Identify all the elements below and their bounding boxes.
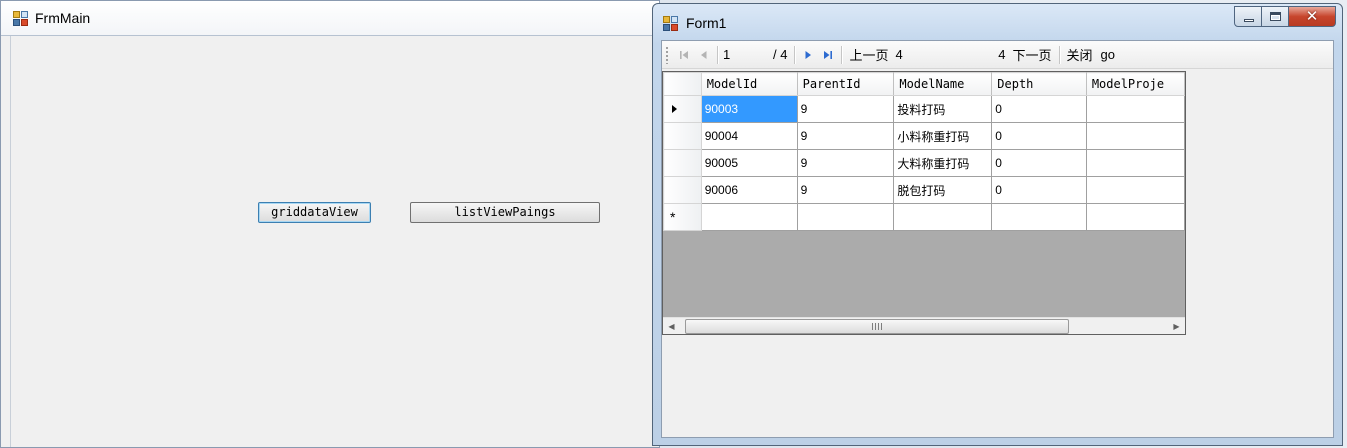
table-cell[interactable]: 9 — [796, 149, 895, 177]
application-icon — [13, 11, 29, 27]
table-cell[interactable]: 9 — [796, 95, 895, 123]
record-count-label: / 4 — [773, 47, 788, 62]
table-cell[interactable]: 投料打码 — [893, 95, 993, 123]
scrollbar-grip-icon — [872, 323, 882, 330]
page-number-input-2[interactable]: 4 — [984, 45, 1008, 65]
close-icon: ✕ — [1305, 7, 1319, 25]
table-row[interactable]: 90004 9 小料称重打码 0 — [663, 122, 1185, 150]
caption-buttons: ✕ — [1234, 6, 1336, 28]
toolbar-separator — [841, 45, 843, 64]
table-cell[interactable]: 0 — [991, 122, 1087, 150]
grid-corner-header[interactable] — [663, 72, 702, 96]
table-cell[interactable]: 90005 — [700, 149, 798, 177]
griddataview-button[interactable]: griddataView — [258, 202, 371, 223]
row-header[interactable] — [663, 122, 702, 150]
current-row-icon — [672, 105, 677, 113]
row-header[interactable] — [663, 95, 702, 123]
table-cell[interactable] — [991, 203, 1087, 231]
first-record-icon[interactable] — [674, 45, 694, 65]
table-row[interactable]: 90003 9 投料打码 0 — [663, 95, 1185, 123]
last-record-icon[interactable] — [818, 45, 838, 65]
close-button[interactable]: 关闭 — [1063, 45, 1097, 64]
table-cell[interactable]: 脱包打码 — [893, 176, 993, 204]
row-header[interactable]: * — [663, 203, 702, 231]
column-header-parentid[interactable]: ParentId — [796, 72, 895, 96]
form1-window: Form1 ✕ 1 / 4 上一页 4 4 下一页 关闭 go ModelId … — [652, 3, 1343, 446]
scrollbar-thumb[interactable] — [685, 319, 1069, 334]
application-icon — [663, 16, 679, 32]
binding-navigator: 1 / 4 上一页 4 4 下一页 关闭 go — [662, 41, 1333, 69]
row-header[interactable] — [663, 149, 702, 177]
form1-title: Form1 — [686, 15, 727, 31]
table-cell[interactable]: 0 — [991, 176, 1087, 204]
toolbar-separator — [1058, 45, 1060, 64]
maximize-button[interactable] — [1262, 6, 1289, 27]
table-row[interactable]: 90006 9 脱包打码 0 — [663, 176, 1185, 204]
horizontal-scrollbar[interactable]: ◀ ▶ — [663, 317, 1185, 334]
position-input[interactable]: 1 — [721, 45, 773, 65]
go-button[interactable]: go — [1097, 47, 1119, 62]
table-cell[interactable] — [1085, 95, 1185, 123]
previous-page-button[interactable]: 上一页 — [845, 45, 892, 64]
new-row[interactable]: * — [663, 203, 1185, 231]
table-cell[interactable] — [1085, 176, 1185, 204]
table-cell[interactable]: 9 — [796, 176, 895, 204]
table-row[interactable]: 90005 9 大料称重打码 0 — [663, 149, 1185, 177]
frm-main-title: FrmMain — [35, 10, 91, 26]
table-cell[interactable]: 大料称重打码 — [893, 149, 993, 177]
next-page-button[interactable]: 下一页 — [1008, 45, 1055, 64]
table-cell[interactable] — [1085, 149, 1185, 177]
data-grid-view[interactable]: ModelId ParentId ModelName Depth ModelPr… — [662, 71, 1186, 335]
scroll-right-icon[interactable]: ▶ — [1168, 318, 1185, 334]
table-cell[interactable] — [700, 203, 798, 231]
listviewpaings-button[interactable]: listViewPaings — [410, 202, 600, 223]
table-cell[interactable] — [1085, 203, 1185, 231]
table-cell[interactable]: 0 — [991, 95, 1087, 123]
minimize-icon — [1244, 19, 1254, 22]
table-cell[interactable]: 9 — [796, 122, 895, 150]
column-header-modelproje[interactable]: ModelProje — [1085, 72, 1185, 96]
new-row-icon: * — [670, 209, 676, 225]
row-header[interactable] — [663, 176, 702, 204]
column-header-modelid[interactable]: ModelId — [700, 72, 798, 96]
toolbar-grip[interactable] — [665, 45, 669, 64]
frm-main-client-area: griddataView listViewPaings — [10, 36, 659, 447]
close-window-button[interactable]: ✕ — [1289, 6, 1336, 27]
frm-main-window: FrmMain griddataView listViewPaings — [0, 0, 660, 448]
page-number-input[interactable]: 4 — [892, 45, 984, 65]
table-cell[interactable]: 90003 — [700, 95, 798, 123]
data-grid-table: ModelId ParentId ModelName Depth ModelPr… — [663, 72, 1185, 231]
toolbar-separator — [717, 45, 718, 64]
maximize-icon — [1270, 12, 1281, 21]
scroll-left-icon[interactable]: ◀ — [663, 318, 680, 334]
column-header-row: ModelId ParentId ModelName Depth ModelPr… — [663, 72, 1185, 96]
minimize-button[interactable] — [1234, 6, 1262, 27]
table-cell[interactable] — [796, 203, 895, 231]
frm-main-titlebar[interactable]: FrmMain — [1, 1, 659, 36]
column-header-depth[interactable]: Depth — [991, 72, 1087, 96]
table-cell[interactable]: 小料称重打码 — [893, 122, 993, 150]
column-header-modelname[interactable]: ModelName — [893, 72, 993, 96]
table-cell[interactable] — [893, 203, 993, 231]
table-cell[interactable] — [1085, 122, 1185, 150]
table-cell[interactable]: 90004 — [700, 122, 798, 150]
table-cell[interactable]: 90006 — [700, 176, 798, 204]
table-cell[interactable]: 0 — [991, 149, 1087, 177]
toolbar-separator — [794, 45, 796, 64]
previous-record-icon[interactable] — [694, 45, 714, 65]
next-record-icon[interactable] — [798, 45, 818, 65]
form1-client-area: 1 / 4 上一页 4 4 下一页 关闭 go ModelId ParentId… — [661, 40, 1334, 438]
